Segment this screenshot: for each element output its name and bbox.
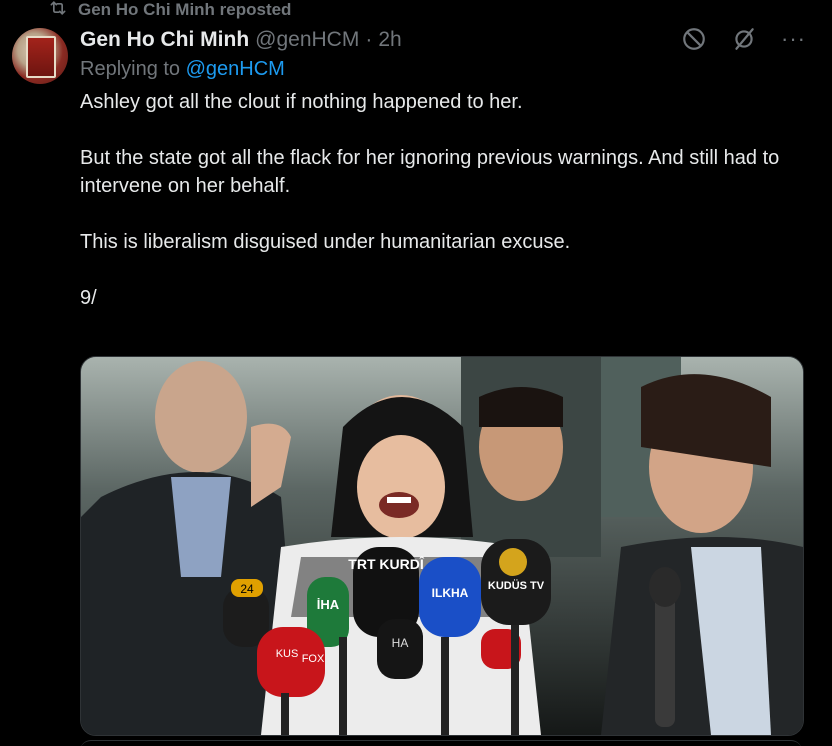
tweet-header: Gen Ho Chi Minh @genHCM · 2h	[80, 26, 402, 54]
mic-label: HA	[392, 636, 409, 650]
avatar-image	[26, 36, 56, 78]
mic-label: ILKHA	[432, 586, 469, 600]
replying-mention-link[interactable]: @genHCM	[186, 58, 285, 80]
author-handle[interactable]: @genHCM	[255, 28, 359, 52]
tweet-page: Gen Ho Chi Minh reposted Gen Ho Chi Minh…	[0, 0, 832, 746]
press-conference-photo: 24 İHA TRT KURDÎ ILKHA KUDÜS TV KUS FOX …	[81, 357, 803, 735]
tweet-paragraph: This is liberalism disguised under human…	[80, 231, 571, 253]
tweet-paragraph: Ashley got all the clout if nothing happ…	[80, 91, 523, 113]
tweet-paragraph: 9/	[80, 287, 97, 309]
tweet-paragraph: But the state got all the flack for her …	[80, 147, 780, 197]
tweet-actions: ···	[681, 26, 806, 52]
block-icon[interactable]	[681, 26, 707, 52]
replying-to: Replying to @genHCM	[80, 58, 285, 81]
avatar[interactable]	[12, 28, 68, 84]
tweet-body: Ashley got all the clout if nothing happ…	[80, 88, 800, 340]
repost-text: Gen Ho Chi Minh reposted	[78, 0, 292, 19]
more-options-icon[interactable]: ···	[781, 26, 806, 52]
mic-label: TRT KURDÎ	[348, 555, 425, 572]
slash-circle-icon[interactable]	[731, 26, 757, 52]
next-card-edge	[80, 740, 802, 746]
tweet-timestamp[interactable]: 2h	[378, 28, 401, 52]
mic-label: KUDÜS TV	[488, 579, 545, 592]
mic-label: FOX	[302, 653, 325, 665]
tweet-media-photo[interactable]: 24 İHA TRT KURDÎ ILKHA KUDÜS TV KUS FOX …	[80, 356, 804, 736]
mic-label: KUS	[276, 648, 299, 660]
mic-label: İHA	[317, 597, 340, 612]
repost-icon	[48, 0, 68, 23]
author-display-name[interactable]: Gen Ho Chi Minh	[80, 28, 249, 52]
repost-indicator[interactable]: Gen Ho Chi Minh reposted	[48, 0, 291, 20]
mic-label: 24	[240, 582, 254, 596]
separator-dot: ·	[365, 28, 373, 51]
replying-prefix: Replying to	[80, 58, 181, 80]
